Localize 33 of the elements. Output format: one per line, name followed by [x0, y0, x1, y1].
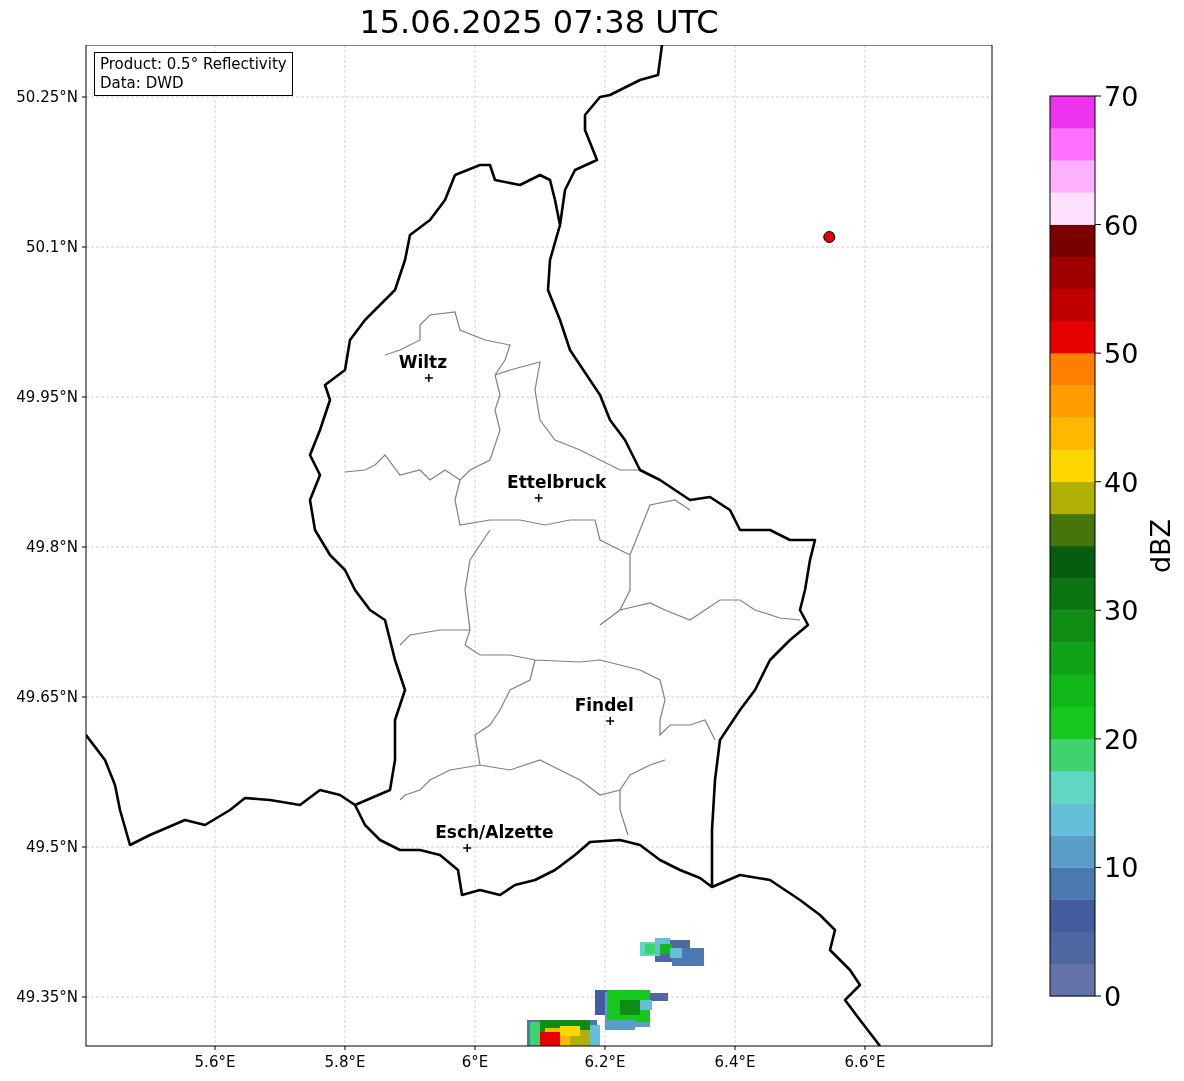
radar-site-marker [823, 231, 836, 243]
x-tick-label: 5.6°E [194, 1053, 236, 1071]
city-marker [462, 843, 472, 853]
info-box: Product: 0.5° Reflectivity Data: DWD [94, 52, 293, 96]
x-tick-label: 6.4°E [714, 1053, 756, 1071]
x-tick-label: 6.2°E [584, 1053, 626, 1071]
y-tick-label: 49.65°N [16, 688, 78, 706]
city-label: Findel [574, 695, 634, 715]
y-tick-label: 49.95°N [16, 388, 78, 406]
colorbar-tick-label: 40 [1104, 466, 1139, 498]
colorbar-tick-label: 20 [1104, 723, 1139, 755]
city-label: Esch/Alzette [435, 822, 554, 842]
colorbar-label: dBZ [1145, 518, 1176, 574]
city-marker [424, 373, 434, 383]
x-tick-label: 6°E [461, 1053, 489, 1071]
city-marker [605, 716, 615, 726]
y-tick-label: 49.8°N [25, 538, 78, 556]
y-tick-label: 50.25°N [16, 88, 78, 106]
colorbar-tick-label: 30 [1104, 595, 1139, 627]
y-tick-label: 50.1°N [25, 238, 78, 256]
y-tick-label: 49.5°N [25, 838, 78, 856]
x-tick-label: 5.8°E [324, 1053, 366, 1071]
y-tick-label: 49.35°N [16, 988, 78, 1006]
x-tick-label: 6.6°E [844, 1053, 886, 1071]
colorbar-tick-label: 0 [1104, 981, 1122, 1012]
city-label: Wiltz [398, 352, 448, 372]
city-label: Ettelbruck [507, 472, 607, 492]
colorbar-tick-label: 10 [1104, 852, 1139, 884]
colorbar-tick-label: 60 [1104, 209, 1139, 241]
colorbar-tick-label: 50 [1104, 338, 1139, 370]
chart-title: 15.06.2025 07:38 UTC [358, 2, 720, 43]
city-marker [533, 493, 544, 503]
colorbar-tick-label: 70 [1104, 81, 1139, 112]
